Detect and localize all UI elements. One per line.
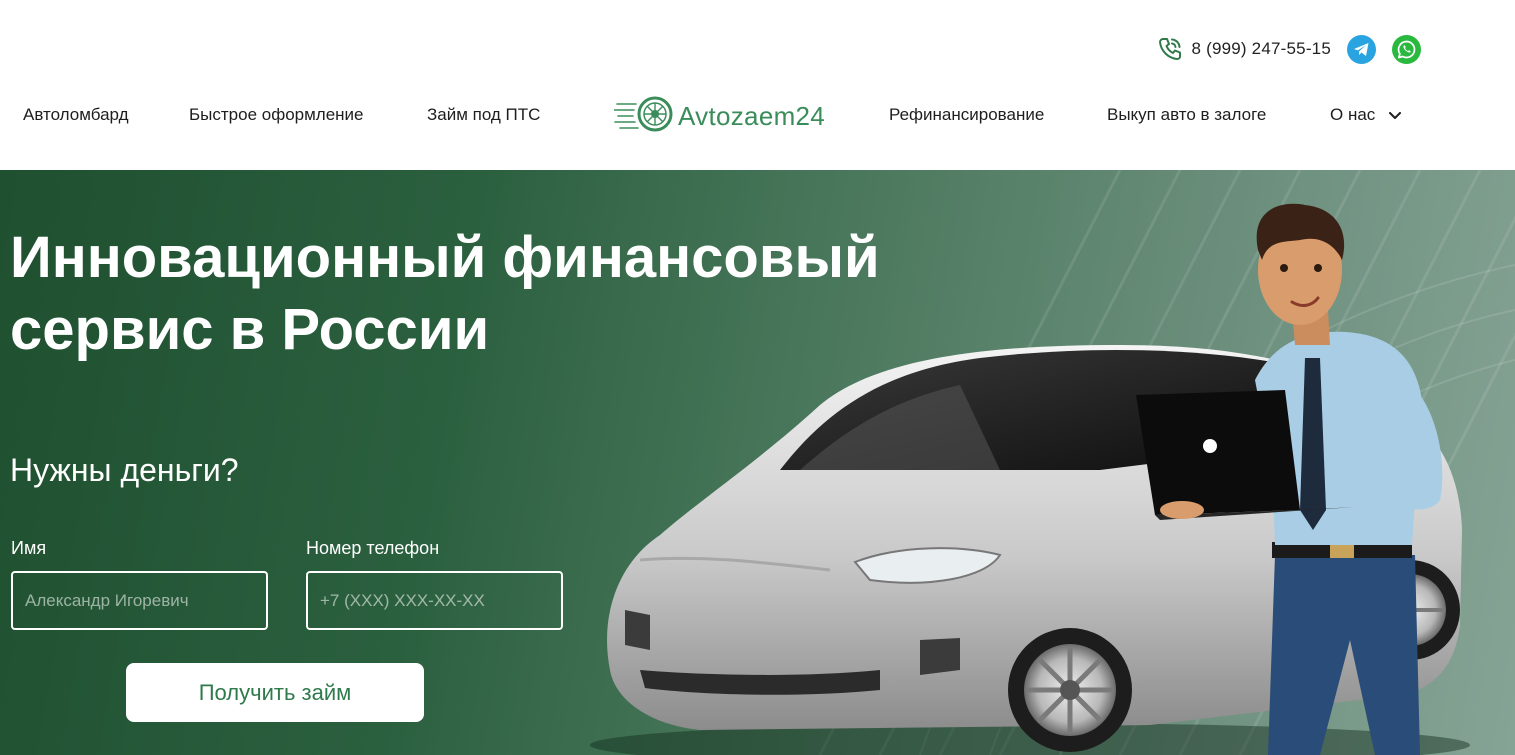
nav-item-refinancing[interactable]: Рефинансирование [889, 105, 1044, 125]
hero-title: Инновационный финансовый сервис в России [10, 222, 970, 366]
nav-item-about[interactable]: О нас [1330, 105, 1402, 125]
nav-item-pledged-car-buyout[interactable]: Выкуп авто в залоге [1107, 105, 1266, 125]
main-nav: Автоломбард Быстрое оформление Займ под … [0, 96, 1515, 136]
phone-input[interactable] [306, 571, 563, 630]
wheel-logo-icon [613, 95, 674, 138]
phone-number[interactable]: 8 (999) 247-55-15 [1192, 39, 1332, 59]
site-header: 8 (999) 247-55-15 Автоломбард Быстрое оф… [0, 0, 1515, 170]
chevron-down-icon[interactable] [1389, 105, 1402, 125]
name-input[interactable] [11, 571, 268, 630]
hero-title-line2: сервис в России [10, 297, 490, 362]
name-label: Имя [11, 538, 47, 558]
nav-item-pts-loan[interactable]: Займ под ПТС [427, 105, 540, 125]
whatsapp-icon[interactable] [1392, 34, 1421, 64]
logo-text: Avtozaem24 [678, 100, 826, 131]
get-loan-button[interactable]: Получить займ [126, 663, 424, 722]
site-logo[interactable]: Avtozaem24 [613, 95, 826, 138]
nav-item-fast-processing[interactable]: Быстрое оформление [189, 105, 364, 125]
hero-title-line1: Инновационный финансовый [10, 225, 880, 290]
phone-label: Номер телефон [306, 538, 440, 558]
nav-item-about-label: О нас [1330, 105, 1376, 124]
telegram-icon[interactable] [1347, 34, 1376, 64]
phone-icon[interactable] [1156, 35, 1184, 63]
contacts-bar: 8 (999) 247-55-15 [1156, 33, 1421, 65]
hero-banner: Инновационный финансовый сервис в России… [0, 170, 1515, 755]
hero-subtitle: Нужны деньги? [10, 452, 239, 488]
nav-item-autolombard[interactable]: Автоломбард [23, 105, 129, 125]
